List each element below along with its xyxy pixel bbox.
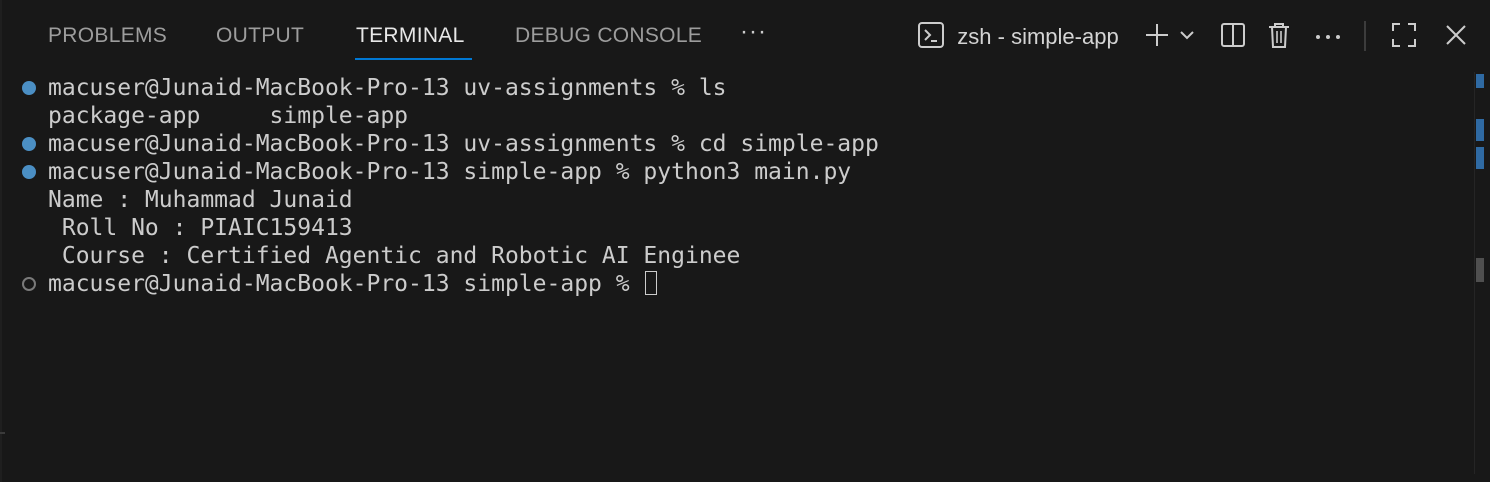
plus-icon <box>1144 22 1170 53</box>
terminal-line: Roll No : PIAIC159413 <box>48 215 353 241</box>
close-panel-button[interactable] <box>1440 20 1472 54</box>
tab-problems[interactable]: PROBLEMS <box>48 24 167 48</box>
terminal-line: macuser@Junaid-MacBook-Pro-13 simple-app… <box>48 159 852 185</box>
split-editor-icon <box>1220 22 1246 53</box>
ellipsis-icon <box>1314 28 1342 46</box>
new-terminal-button[interactable] <box>1142 20 1172 54</box>
terminal-line: Name : Muhammad Junaid <box>48 187 353 213</box>
terminal-more-actions-button[interactable] <box>1312 20 1344 54</box>
maximize-panel-button[interactable] <box>1388 20 1420 54</box>
more-tabs-button[interactable]: ··· <box>740 18 767 46</box>
chevron-down-icon <box>1178 26 1196 49</box>
command-pending-decoration[interactable] <box>22 277 36 291</box>
tab-debug-console[interactable]: DEBUG CONSOLE <box>515 24 702 48</box>
terminal-line: package-app simple-app <box>48 103 409 129</box>
split-terminal-button[interactable] <box>1218 20 1248 54</box>
terminal-prompt-line: macuser@Junaid-MacBook-Pro-13 simple-app… <box>48 270 658 298</box>
active-tab-indicator <box>355 58 472 60</box>
overview-ruler-mark <box>1476 147 1484 169</box>
terminal-icon <box>917 21 945 54</box>
terminal-cursor <box>645 271 658 295</box>
command-success-decoration[interactable] <box>22 165 36 179</box>
toolbar-divider <box>1364 21 1366 51</box>
tab-terminal[interactable]: TERMINAL <box>356 24 465 48</box>
scrollbar-thumb[interactable] <box>1476 258 1484 282</box>
prompt-text: macuser@Junaid-MacBook-Pro-13 simple-app… <box>48 271 644 297</box>
command-success-decoration[interactable] <box>22 137 36 151</box>
panel-tab-bar: PROBLEMS OUTPUT TERMINAL DEBUG CONSOLE ·… <box>0 0 1490 72</box>
overview-ruler-mark <box>1476 74 1484 88</box>
kill-terminal-button[interactable] <box>1264 20 1294 54</box>
terminal-output[interactable]: macuser@Junaid-MacBook-Pro-13 uv-assignm… <box>0 74 1470 474</box>
terminal-panel: PROBLEMS OUTPUT TERMINAL DEBUG CONSOLE ·… <box>0 0 1490 482</box>
terminal-selector[interactable]: zsh - simple-app <box>906 20 1130 54</box>
terminal-line: Course : Certified Agentic and Robotic A… <box>48 243 741 269</box>
terminal-line: macuser@Junaid-MacBook-Pro-13 uv-assignm… <box>48 75 727 101</box>
trash-icon <box>1266 21 1292 54</box>
terminal-name: zsh - simple-app <box>957 24 1119 49</box>
overview-ruler-mark <box>1476 119 1484 141</box>
tab-output[interactable]: OUTPUT <box>216 24 304 48</box>
launch-profile-button[interactable] <box>1176 20 1198 54</box>
close-icon <box>1445 24 1467 51</box>
maximize-icon <box>1391 22 1417 53</box>
terminal-line: macuser@Junaid-MacBook-Pro-13 uv-assignm… <box>48 131 879 157</box>
command-success-decoration[interactable] <box>22 81 36 95</box>
